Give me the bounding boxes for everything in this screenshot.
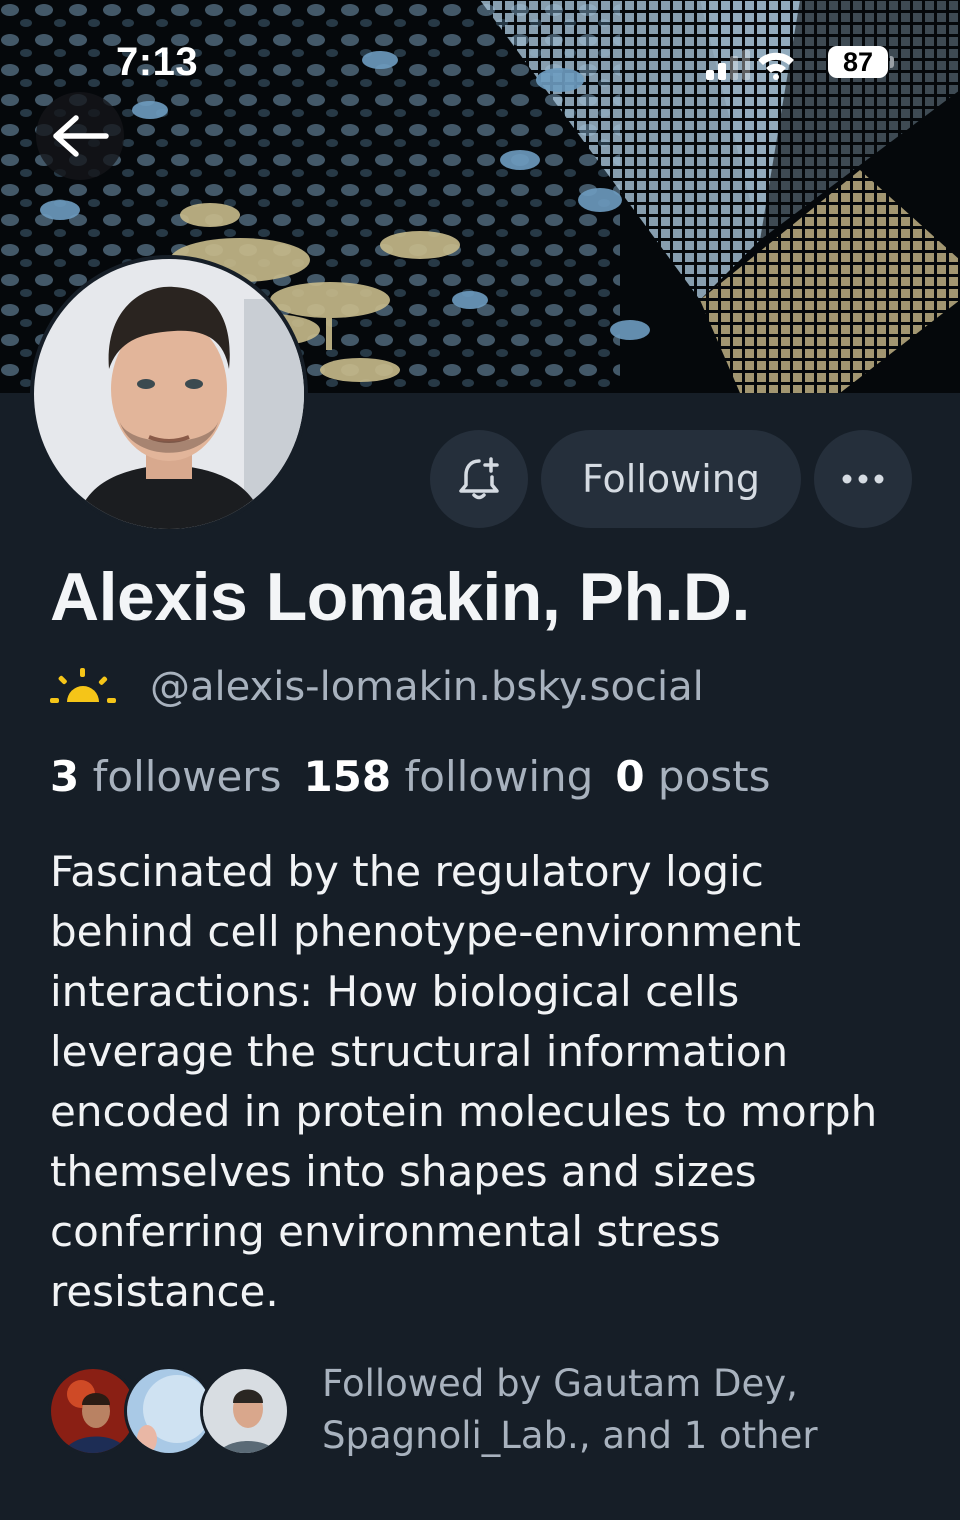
posts-label: posts [657,752,771,801]
sunrise-icon [50,668,116,703]
followers-count: 3 [50,752,80,801]
followers-link[interactable]: 3 followers [50,752,281,801]
followers-label: followers [92,752,282,801]
followed-by-line: Followed by Gautam Dey, [322,1362,798,1405]
more-options-button[interactable] [814,430,912,528]
following-count: 158 [303,752,392,801]
bio-line: themselves into shapes and sizes [50,1147,757,1196]
following-link[interactable]: 158 following [303,752,593,801]
display-name: Alexis Lomakin, Ph.D. [50,559,750,635]
posts-count: 0 [615,752,645,801]
bio-line: resistance. [50,1267,279,1316]
followed-by-line: Spagnoli_Lab., and 1 other [322,1414,818,1457]
status-time: 7:13 [116,40,199,84]
bio-line: Fascinated by the regulatory logic [50,847,764,896]
battery-cap [890,56,894,68]
back-button[interactable] [36,92,124,180]
following-label: following [404,752,594,801]
subscribe-notifications-button[interactable] [430,430,528,528]
posts-stat: 0 posts [615,752,770,801]
bell-plus-icon [459,457,499,500]
bio-line: encoded in protein molecules to morph [50,1087,878,1136]
battery-level: 87 [842,47,874,77]
following-button[interactable]: Following [541,430,801,528]
avatar [34,259,304,529]
bio-line: conferring environmental stress [50,1207,721,1256]
battery-indicator: 87 [828,46,894,78]
profile-stats: 3 followers 158 following 0 posts [50,752,771,801]
follower-avatar [200,1366,290,1456]
wifi-icon [758,52,794,80]
more-horizontal-icon [842,474,884,484]
user-handle: @alexis-lomakin.bsky.social [150,664,704,710]
bio-line: leverage the structural information [50,1027,789,1076]
bio-line: behind cell phenotype-environment [50,907,801,956]
avatar-frame[interactable] [30,255,308,533]
profile-bio: Fascinated by the regulatory logic behin… [50,842,930,1322]
bio-line: interactions: How biological cells [50,967,740,1016]
arrow-left-icon [53,115,109,157]
avatar-image [34,259,304,529]
followed-by-avatars[interactable] [48,1366,290,1458]
followed-by-text[interactable]: Followed by Gautam Dey, Spagnoli_Lab., a… [322,1358,818,1462]
cellular-signal-icon [706,50,750,80]
